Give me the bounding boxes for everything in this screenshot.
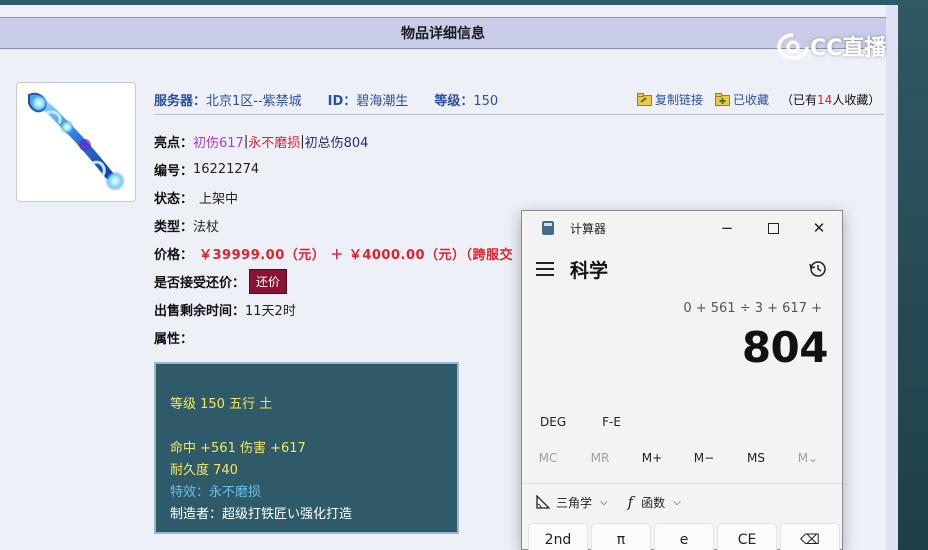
calculator-title: 计算器	[570, 222, 607, 236]
minimize-button[interactable]: −	[716, 217, 738, 239]
calculator-expression: 0 + 561 ÷ 3 + 617 +	[683, 301, 822, 316]
function-label: 函数	[641, 495, 666, 510]
calculator-result: 804	[741, 323, 829, 372]
number-row: 编号： 16221274	[154, 158, 259, 180]
maximize-icon	[767, 222, 779, 234]
function-row: 三角学 ⌵ f 函数 ⌵	[536, 493, 701, 511]
page-border	[886, 5, 898, 550]
copy-link-button[interactable]: 复制链接	[637, 91, 703, 108]
pi-key[interactable]: π	[591, 523, 651, 550]
level-value: 150	[473, 93, 499, 109]
maximize-button[interactable]	[762, 217, 784, 239]
folder-add-icon	[715, 92, 731, 106]
m-plus-button[interactable]: M+	[626, 451, 678, 465]
deg-button[interactable]: DEG	[540, 415, 566, 429]
attr-maker: 制造者：超级打铁匠い强化打造	[170, 507, 353, 522]
right-scroll-area	[898, 0, 928, 550]
cc-logo-icon	[777, 33, 809, 60]
server-value: 北京1区--紫禁城	[206, 93, 302, 109]
type-label: 类型：	[154, 219, 194, 235]
memory-list-button[interactable]: M⌄	[782, 451, 834, 465]
function-dropdown[interactable]: f 函数 ⌵	[628, 493, 681, 511]
attr-special-effect: 特效：永不磨损	[170, 485, 262, 500]
copy-link-label: 复制链接	[655, 92, 704, 107]
number-label: 编号：	[154, 163, 194, 179]
backspace-key[interactable]: ⌫	[780, 523, 840, 550]
mr-button[interactable]: MR	[574, 451, 626, 465]
id-value: 碧海潮生	[356, 93, 409, 109]
favorite-count: （已有14人收藏）	[781, 92, 881, 107]
highlight-tag: 初伤617	[193, 135, 244, 151]
remaining-time-label: 出售剩余时间：	[154, 303, 246, 319]
id-label: ID：	[327, 93, 357, 109]
favorited-label: 已收藏	[733, 92, 770, 107]
status-value: 上架中	[199, 191, 239, 207]
fe-button[interactable]: F-E	[602, 415, 621, 429]
history-icon[interactable]	[808, 259, 828, 279]
ms-button[interactable]: MS	[730, 451, 782, 465]
chevron-down-icon: ⌵	[673, 496, 681, 508]
highlight-tag: 初总伤804	[304, 135, 369, 151]
remaining-time-value: 11天2时	[245, 303, 296, 319]
attributes-box: 等级 150 五行 土 命中 +561 伤害 +617 耐久度 740 特效：永…	[154, 362, 459, 534]
angle-row: DEG F-E	[540, 415, 657, 429]
calc-divider	[522, 483, 842, 484]
price-value: ￥39999.00（元） ＋ ￥4000.00（元）（跨服交	[199, 247, 514, 263]
type-row: 类型： 法杖	[154, 214, 219, 236]
e-key[interactable]: e	[654, 523, 714, 550]
counter-offer-row: 是否接受还价： 还价	[154, 268, 288, 294]
cc-live-watermark: CC直播	[776, 30, 886, 62]
level-label: 等级：	[434, 93, 474, 109]
function-icon: f	[627, 493, 634, 511]
status-label: 状态：	[154, 191, 194, 207]
trigonometry-dropdown[interactable]: 三角学 ⌵	[536, 494, 608, 511]
server-label: 服务器：	[154, 93, 207, 109]
calculator-app-icon	[542, 221, 554, 235]
chevron-down-icon: ⌵	[600, 496, 608, 508]
item-image	[16, 82, 136, 202]
favorite-button[interactable]: 已收藏	[715, 91, 769, 108]
menu-icon[interactable]	[536, 262, 554, 276]
mc-button[interactable]: MC	[522, 451, 574, 465]
calculator-window[interactable]: 计算器 − ✕ 科学 0 + 561 ÷ 3 + 617 + 804 DEG F…	[521, 210, 843, 550]
staff-icon	[28, 92, 125, 191]
attr-level-element: 等级 150 五行 土	[170, 397, 273, 412]
second-key[interactable]: 2nd	[528, 523, 588, 550]
price-label: 价格：	[154, 247, 194, 263]
calculator-mode-title: 科学	[570, 259, 609, 282]
highlights-label: 亮点：	[154, 135, 194, 151]
attr-hit-damage: 命中 +561 伤害 +617	[170, 441, 306, 456]
counter-offer-button[interactable]: 还价	[249, 268, 288, 294]
highlight-tag: 永不磨损	[248, 135, 301, 151]
watermark-text: CC直播	[810, 36, 887, 61]
attr-durability: 耐久度 740	[170, 463, 238, 478]
ce-key[interactable]: CE	[717, 523, 777, 550]
m-minus-button[interactable]: M−	[678, 451, 730, 465]
divider	[154, 114, 884, 115]
close-button[interactable]: ✕	[808, 217, 830, 239]
counter-offer-label: 是否接受还价：	[154, 275, 246, 291]
folder-link-icon	[637, 92, 652, 106]
remaining-time-row: 出售剩余时间： 11天2时	[154, 298, 296, 320]
triangle-icon	[536, 495, 550, 509]
memory-row: MC MR M+ M− MS M⌄	[522, 451, 842, 465]
mode-row: 科学	[536, 255, 836, 283]
type-value: 法杖	[193, 219, 220, 235]
item-actions: 复制链接 已收藏 （已有14人收藏）	[637, 88, 880, 110]
trigonometry-label: 三角学	[556, 495, 593, 510]
key-row: 2nd π e CE ⌫	[528, 523, 843, 550]
attributes-row: 属性：	[154, 326, 193, 348]
attributes-label: 属性：	[154, 331, 194, 347]
highlights-row: 亮点： 初伤617 | 永不磨损 | 初总伤804	[154, 133, 369, 151]
status-row: 状态： 上架中	[154, 186, 238, 208]
number-value: 16221274	[193, 161, 260, 177]
calculator-titlebar[interactable]: 计算器 − ✕	[522, 211, 842, 245]
page-title: 物品详细信息	[0, 17, 886, 49]
price-row: 价格： ￥39999.00（元） ＋ ￥4000.00（元）（跨服交	[154, 242, 522, 264]
